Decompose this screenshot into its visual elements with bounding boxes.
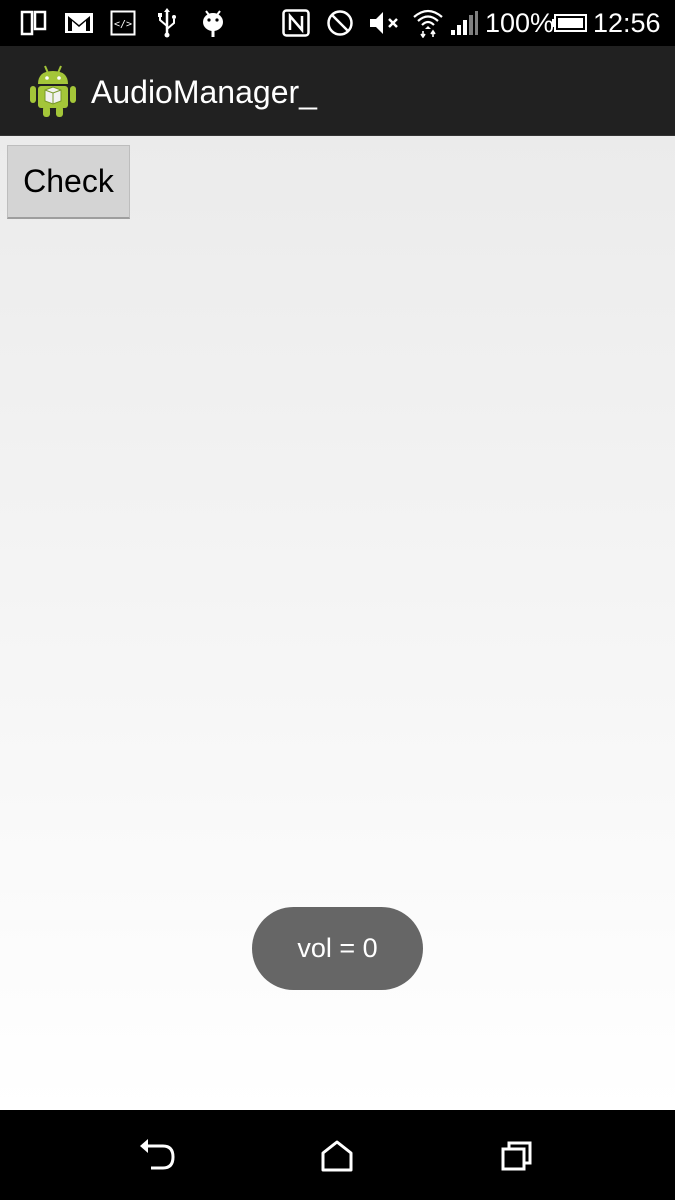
navigation-bar — [0, 1110, 675, 1200]
code-icon: </> — [110, 8, 136, 38]
android-debug-icon — [200, 8, 226, 38]
app-title: AudioManager_ — [91, 74, 317, 110]
gmail-icon — [64, 8, 94, 38]
mute-icon — [368, 8, 402, 38]
status-bar: </> 100% 12:56 — [0, 0, 675, 46]
check-button[interactable]: Check — [7, 145, 130, 219]
battery-percent: 100% — [485, 8, 555, 38]
svg-text:</>: </> — [114, 19, 132, 30]
back-icon[interactable] — [127, 1130, 187, 1182]
battery-icon — [552, 8, 588, 38]
android-app-icon[interactable] — [28, 64, 78, 118]
recents-icon[interactable] — [487, 1130, 547, 1182]
nfc-icon — [282, 8, 310, 38]
wifi-icon — [412, 8, 444, 38]
do-not-disturb-icon — [326, 8, 354, 38]
clock: 12:56 — [593, 8, 661, 38]
usb-icon — [156, 8, 178, 38]
toast-message: vol = 0 — [252, 907, 423, 990]
dual-screen-icon — [20, 8, 48, 38]
home-icon[interactable] — [307, 1130, 367, 1182]
main-content: Check vol = 0 — [0, 136, 675, 1110]
action-bar: AudioManager_ — [0, 46, 675, 136]
signal-icon — [450, 8, 478, 38]
